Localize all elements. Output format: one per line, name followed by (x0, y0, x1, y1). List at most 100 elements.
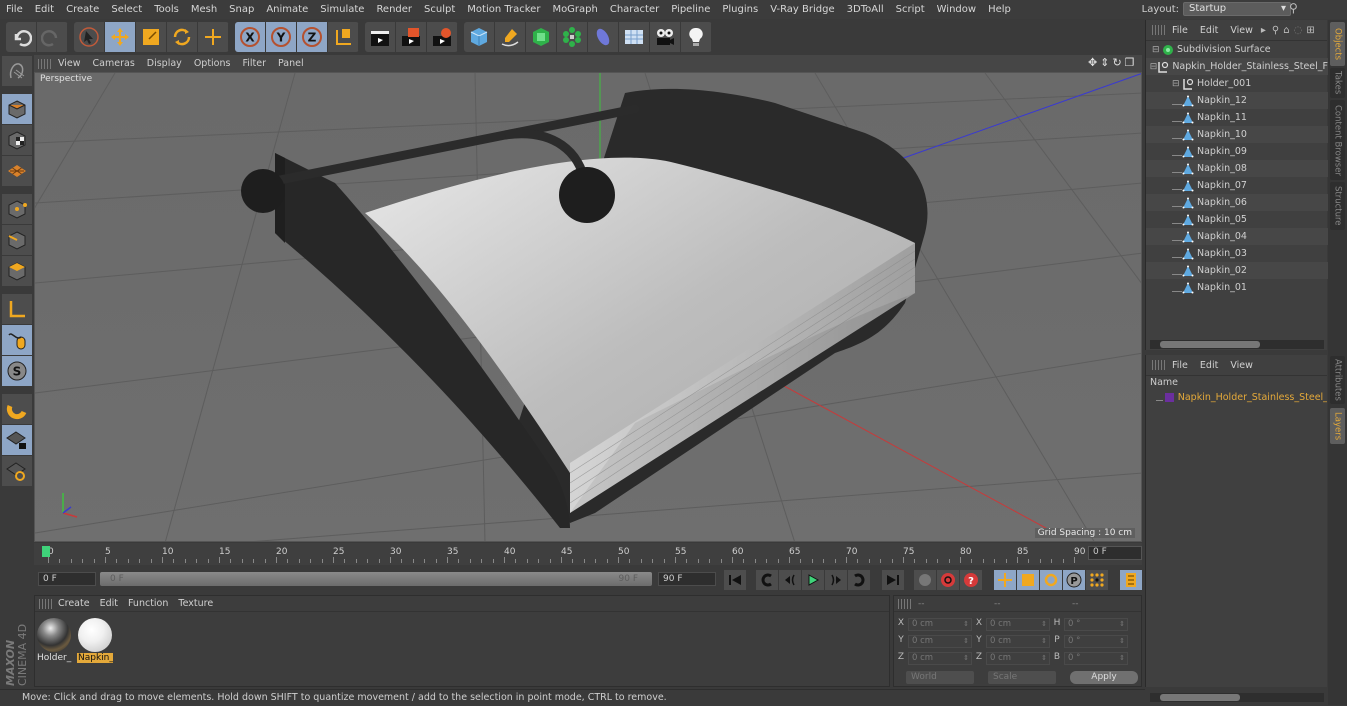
deformer-button[interactable] (588, 21, 619, 52)
coordinate-space-dropdown[interactable]: World (906, 671, 974, 684)
next-key-button[interactable] (848, 570, 870, 590)
menu-tools[interactable]: Tools (148, 4, 185, 15)
solo-mode-button[interactable]: S (2, 356, 32, 386)
name-column-header[interactable]: Name (1146, 377, 1327, 390)
previous-key-button[interactable] (756, 570, 778, 590)
more-menu-arrow-icon[interactable]: ▸ (1261, 25, 1266, 36)
expand-toggle-icon[interactable]: ⊟ (1172, 79, 1182, 89)
menu-help[interactable]: Help (982, 4, 1017, 15)
pen-button[interactable] (495, 21, 526, 52)
object-tree-item[interactable]: Napkin_04 (1146, 228, 1328, 245)
search-icon[interactable]: ⚲ (1289, 1, 1303, 17)
object-tree-item[interactable]: Napkin_02 (1146, 262, 1328, 279)
size-z-field[interactable]: 0 cm (986, 652, 1050, 665)
model-mode-button[interactable] (2, 94, 32, 124)
material-menu-create[interactable]: Create (53, 598, 95, 609)
menu-render[interactable]: Render (370, 4, 418, 15)
cloner-button[interactable] (557, 21, 588, 52)
polygon-mode-button[interactable] (2, 256, 32, 286)
make-editable-button[interactable] (2, 56, 32, 86)
key-parameter-button[interactable]: P (1063, 570, 1085, 590)
edge-mode-button[interactable] (2, 225, 32, 255)
tab-structure[interactable]: Structure (1330, 182, 1345, 230)
menu-window[interactable]: Window (931, 4, 982, 15)
viewport-menu-view[interactable]: View (52, 58, 87, 69)
object-tree-item[interactable]: ⊟ Napkin_Holder_Stainless_Steel_F (1146, 58, 1328, 75)
start-frame-field[interactable]: 0 F (38, 572, 96, 586)
record-keys-button[interactable] (914, 570, 936, 590)
menu-mograph[interactable]: MoGraph (546, 4, 603, 15)
axis-mode-button[interactable] (2, 294, 32, 324)
coordinate-system-button[interactable] (328, 21, 359, 52)
scale-button[interactable] (136, 21, 167, 52)
pos-y-field[interactable]: 0 cm (908, 635, 972, 648)
orbit-view-icon[interactable]: ↻ (1112, 56, 1121, 69)
key-rotation-button[interactable] (1040, 570, 1062, 590)
object-tree-item[interactable]: Napkin_11 (1146, 109, 1328, 126)
3d-viewport[interactable]: Perspective Grid Spacing : 10 cm (34, 72, 1142, 542)
size-y-field[interactable]: 0 cm (986, 635, 1050, 648)
menu-character[interactable]: Character (604, 4, 665, 15)
layer-color-swatch[interactable] (1165, 393, 1174, 402)
dolly-view-icon[interactable]: ⇕ (1100, 56, 1109, 69)
menu-script[interactable]: Script (890, 4, 931, 15)
transform-button[interactable] (198, 21, 229, 52)
move-button[interactable] (105, 21, 136, 52)
undo-button[interactable] (6, 21, 37, 52)
object-tree-item[interactable]: Napkin_05 (1146, 211, 1328, 228)
key-scale-button[interactable] (1017, 570, 1039, 590)
home-icon[interactable]: ⌂ (1283, 25, 1289, 36)
object-horizontal-scrollbar[interactable] (1150, 340, 1324, 349)
material-napkin[interactable]: Napkin_ (77, 617, 113, 665)
maximize-view-icon[interactable]: ❐ (1125, 56, 1135, 69)
layer-horizontal-scrollbar[interactable] (1150, 693, 1324, 702)
end-frame-field[interactable]: 90 F (658, 572, 716, 586)
material-holder[interactable]: Holder_ (36, 617, 72, 665)
subdivision-button[interactable] (526, 21, 557, 52)
menu-vray-bridge[interactable]: V-Ray Bridge (764, 4, 840, 15)
x-axis-button[interactable]: X (235, 21, 266, 52)
tab-content-browser[interactable]: Content Browser (1330, 100, 1345, 180)
timeline-ruler[interactable]: 0 5 10 15 20 25 30 35 40 45 50 55 60 65 70 75 80 85 90 0 F (34, 543, 1142, 565)
material-menu-edit[interactable]: Edit (95, 598, 123, 609)
apply-button[interactable]: Apply (1070, 671, 1138, 684)
object-tree-item[interactable]: ⊟ Subdivision Surface (1146, 41, 1328, 58)
z-axis-button[interactable]: Z (297, 21, 328, 52)
menu-select[interactable]: Select (105, 4, 148, 15)
current-frame-field[interactable]: 0 F (1088, 546, 1142, 560)
snap-button[interactable] (2, 394, 32, 424)
layout-dropdown[interactable]: Startup (1183, 2, 1291, 16)
object-tree-item[interactable]: ⊟ Holder_001 (1146, 75, 1328, 92)
object-menu-edit[interactable]: Edit (1194, 25, 1224, 36)
tab-attributes[interactable]: Attributes (1330, 356, 1345, 404)
object-tree-item[interactable]: Napkin_07 (1146, 177, 1328, 194)
menu-edit[interactable]: Edit (29, 4, 60, 15)
layer-menu-edit[interactable]: Edit (1194, 360, 1224, 371)
object-menu-view[interactable]: View (1224, 25, 1259, 36)
viewport-menu-panel[interactable]: Panel (272, 58, 310, 69)
menu-sculpt[interactable]: Sculpt (418, 4, 461, 15)
texture-mode-button[interactable] (2, 125, 32, 155)
menu-simulate[interactable]: Simulate (314, 4, 370, 15)
cube-button[interactable] (464, 21, 495, 52)
new-window-icon[interactable]: ⊞ (1306, 25, 1314, 36)
viewport-menu-cameras[interactable]: Cameras (87, 58, 141, 69)
object-tree-item[interactable]: Napkin_03 (1146, 245, 1328, 262)
tab-layers[interactable]: Layers (1330, 408, 1345, 444)
viewport-menu-filter[interactable]: Filter (236, 58, 272, 69)
playhead[interactable] (42, 546, 50, 557)
material-menu-function[interactable]: Function (123, 598, 173, 609)
live-selection-button[interactable] (74, 21, 105, 52)
object-tree-item[interactable]: Napkin_01 (1146, 279, 1328, 296)
keyframe-selection-button[interactable]: ? (960, 570, 982, 590)
menu-file[interactable]: File (0, 4, 29, 15)
tab-takes[interactable]: Takes (1330, 68, 1345, 98)
object-tree-item[interactable]: Napkin_12 (1146, 92, 1328, 109)
scene-button[interactable] (619, 21, 650, 52)
go-to-end-button[interactable] (882, 570, 904, 590)
object-tree-item[interactable]: Napkin_09 (1146, 143, 1328, 160)
play-forward-button[interactable] (802, 570, 824, 590)
light-button[interactable] (681, 21, 712, 52)
viewport-menu-options[interactable]: Options (188, 58, 237, 69)
object-menu-file[interactable]: File (1166, 25, 1194, 36)
